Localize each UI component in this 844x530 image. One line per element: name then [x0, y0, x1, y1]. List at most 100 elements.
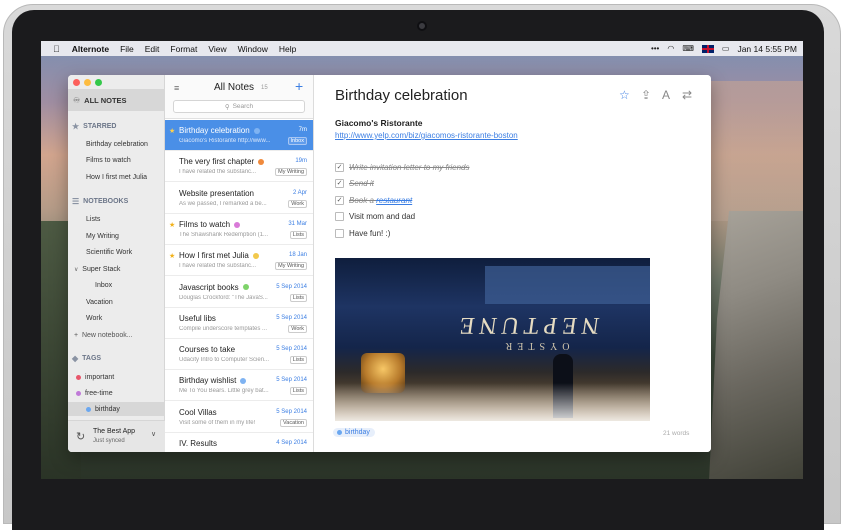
font-icon[interactable]: A	[662, 88, 670, 102]
sidebar-item-notebook[interactable]: Scientific Work	[86, 249, 132, 256]
menu-app-name[interactable]: Alternote	[72, 44, 109, 54]
checkbox[interactable]	[335, 229, 344, 238]
note-color-dot	[253, 127, 260, 134]
note-count: 15	[261, 85, 268, 91]
keyboard-icon[interactable]: ⌨	[682, 44, 694, 53]
checkbox[interactable]	[335, 212, 344, 221]
note-list-item[interactable]: Useful libs 5 Sep 2014 Compile underscore …	[165, 308, 313, 339]
restaurant-name: Giacomo's Ristorante	[335, 118, 423, 128]
sidebar-item-starred[interactable]: Birthday celebration	[86, 141, 148, 148]
checkbox[interactable]: ✓	[335, 179, 344, 188]
note-item-notebook-badge: My Writing	[275, 168, 307, 177]
note-list-item[interactable]: Courses to take 5 Sep 2014 Udacity Intro t…	[165, 339, 313, 371]
laptop:  Alternote File Edit Format View Window…	[0, 0, 844, 530]
tag-icon: ◆	[72, 354, 79, 363]
sidebar-item-all-notes[interactable]: ♾ ALL NOTES	[68, 89, 165, 111]
note-item-snippet: Douglas Crockford: "The JavaS...	[179, 294, 268, 301]
more-icon[interactable]: •••	[651, 44, 659, 53]
menu-help[interactable]: Help	[279, 44, 296, 54]
status-area: ••• ◠ ⌨ ▭ Jan 14 5:55 PM	[651, 44, 797, 54]
note-editor: Birthday celebration ☆ ⇪ A ⇄ Giacomo's R…	[314, 75, 711, 452]
note-item-date: 5 Sep 2014	[276, 283, 307, 290]
menu-format[interactable]: Format	[170, 44, 197, 54]
sidebar-item-label: Super Stack	[82, 266, 121, 273]
menubar-clock[interactable]: Jan 14 5:55 PM	[737, 44, 797, 54]
desktop-screen:  Alternote File Edit Format View Window…	[41, 41, 803, 479]
window-minimize-button[interactable]	[84, 79, 91, 86]
sidebar-item-notebook[interactable]: Inbox	[95, 282, 112, 289]
checkbox[interactable]: ✓	[335, 163, 344, 172]
star-icon: ★	[169, 128, 176, 135]
account-sync-panel[interactable]: ↻ The Best App Just synced ∨	[68, 420, 165, 452]
camera	[417, 21, 427, 31]
todo-text-part: Book a	[349, 196, 377, 205]
reminder-icon[interactable]: ⇄	[682, 88, 692, 102]
note-title[interactable]: Birthday celebration	[335, 87, 468, 104]
note-list-item[interactable]: ★ Birthday celebration 7m Giacomo's Ristora…	[165, 120, 313, 151]
tag-color-dot	[76, 374, 81, 380]
note-list-item[interactable]: IV. Results 4 Sep 2014	[165, 433, 313, 452]
note-list-item[interactable]: Javascript books 5 Sep 2014 Douglas Crockf…	[165, 277, 313, 308]
note-item-date: 19m	[295, 158, 307, 165]
note-list-item[interactable]: The very first chapter 19m I have related …	[165, 151, 313, 183]
note-item-notebook-badge: Vacation	[280, 418, 307, 427]
note-item-snippet: The Shawshank Redemption (1...	[179, 231, 269, 238]
note-list-item[interactable]: Website presentation 2 Apr As we passed, I…	[165, 183, 313, 214]
search-input[interactable]: ⚲ Search	[173, 100, 305, 113]
sidebar-item-stack[interactable]: ∨ Super Stack	[74, 266, 120, 273]
notebook-icon: ☰	[72, 197, 80, 206]
sidebar-item-notebook[interactable]: Work	[86, 315, 102, 322]
note-tag-chip[interactable]: birthday	[333, 428, 375, 437]
menu-file[interactable]: File	[120, 44, 134, 54]
window-close-button[interactable]	[73, 79, 80, 86]
add-note-button[interactable]: +	[295, 78, 303, 94]
note-item-date: 4 Sep 2014	[276, 440, 307, 446]
note-list-item[interactable]: Cool Villas 5 Sep 2014 Visit some of them …	[165, 402, 313, 433]
note-item-snippet: I have related the substanc...	[179, 169, 257, 176]
note-item-title: Website presentation	[179, 189, 254, 198]
todo-link[interactable]: restaurant	[376, 196, 412, 205]
notes-icon: ♾	[73, 95, 81, 105]
sync-icon[interactable]: ↻	[76, 430, 85, 443]
star-icon[interactable]: ☆	[619, 88, 630, 102]
sidebar-item-notebook[interactable]: Vacation	[86, 299, 113, 306]
todo-item: ✓ Write invitation letter to my friends	[335, 163, 469, 172]
note-list-item[interactable]: Birthday wishlist 5 Sep 2014 Me To You Bea…	[165, 370, 313, 402]
sidebar-tag-important[interactable]: important	[76, 374, 114, 381]
window-zoom-button[interactable]	[95, 79, 102, 86]
note-list-header: ≡ All Notes 15 + ⚲ Search	[165, 75, 313, 119]
note-item-title: How I first met Julia	[179, 251, 259, 260]
apple-icon[interactable]: 	[53, 44, 60, 54]
sort-icon[interactable]: ≡	[174, 83, 179, 93]
note-item-title: IV. Results	[179, 439, 217, 448]
chevron-down-icon[interactable]: ∨	[151, 430, 156, 438]
note-item-title-text: Cool Villas	[179, 407, 217, 417]
chevron-down-icon[interactable]: ∨	[74, 267, 78, 273]
tag-label: birthday	[95, 406, 120, 413]
note-list-item[interactable]: ★ Films to watch 31 Mar The Shawshank Redem…	[165, 214, 313, 245]
tag-label: free-time	[85, 390, 113, 397]
sidebar-item-notebook[interactable]: Lists	[86, 216, 100, 223]
battery-icon[interactable]: ▭	[722, 44, 730, 53]
sidebar-item-notebook[interactable]: My Writing	[86, 233, 119, 240]
menu-view[interactable]: View	[208, 44, 226, 54]
sidebar-item-starred[interactable]: How I first met Julia	[86, 174, 147, 181]
input-source-flag-icon[interactable]	[701, 44, 714, 53]
sidebar-tag-free-time[interactable]: free-time	[76, 390, 113, 397]
note-list-item[interactable]: ★ How I first met Julia 18 Jan I have relat…	[165, 245, 313, 277]
share-icon[interactable]: ⇪	[641, 88, 651, 102]
restaurant-link[interactable]: http://www.yelp.com/biz/giacomos-ristora…	[335, 131, 518, 140]
menu-window[interactable]: Window	[238, 44, 268, 54]
note-color-dot	[252, 253, 259, 260]
todo-item: ✓ Send it	[335, 179, 374, 188]
checkbox[interactable]: ✓	[335, 196, 344, 205]
note-item-title: Birthday celebration	[179, 126, 260, 135]
sidebar-item-starred[interactable]: Films to watch	[86, 157, 131, 164]
note-item-snippet: Giacomo's Ristorante http://www...	[179, 138, 271, 144]
wifi-icon[interactable]: ◠	[667, 44, 674, 53]
button-label: New notebook...	[81, 332, 133, 339]
new-notebook-button[interactable]: + New notebook...	[74, 332, 133, 339]
menu-edit[interactable]: Edit	[145, 44, 160, 54]
sidebar-tag-birthday[interactable]: birthday	[86, 406, 120, 413]
note-item-snippet: Visit some of them in my life!	[179, 419, 256, 426]
